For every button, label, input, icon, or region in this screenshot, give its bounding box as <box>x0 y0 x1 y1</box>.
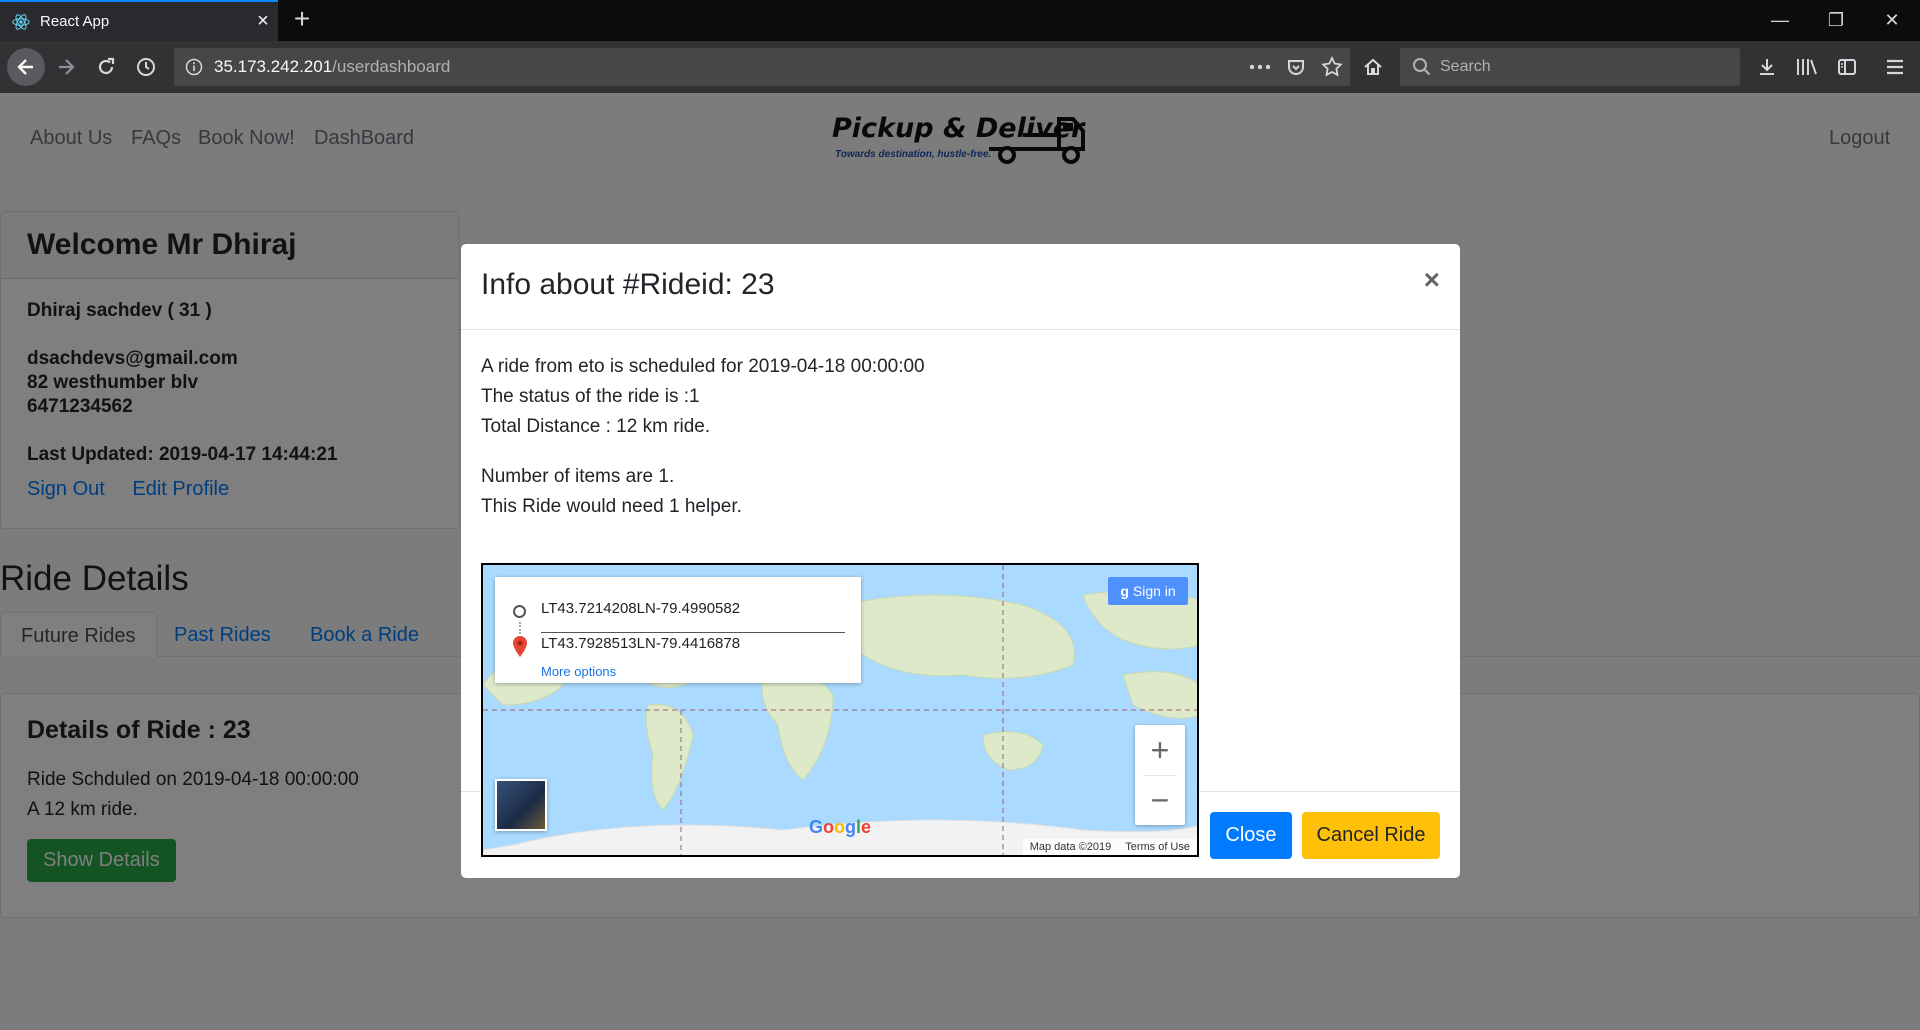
site-info-icon[interactable] <box>184 57 204 77</box>
url-bar[interactable]: 35.173.242.201/userdashboard <box>174 48 1350 86</box>
tab-close-icon[interactable]: × <box>248 10 278 33</box>
google-logo-letter: G <box>809 817 824 837</box>
map-data-label: Map data ©2019 <box>1029 841 1112 853</box>
zoom-out-button[interactable]: − <box>1135 775 1185 825</box>
search-icon <box>1412 57 1432 82</box>
page-content: About Us FAQs Book Now! DashBoard Logout… <box>0 93 1920 1030</box>
tab-title: React App <box>40 13 110 30</box>
modal-body: A ride from eto is scheduled for 2019-04… <box>461 330 1460 544</box>
search-placeholder: Search <box>1440 58 1491 75</box>
more-options-link[interactable]: More options <box>541 664 616 679</box>
map-attribution: Map data ©2019 Terms of Use <box>1022 839 1197 855</box>
menu-icon[interactable] <box>1878 50 1912 84</box>
cancel-ride-button[interactable]: Cancel Ride <box>1302 812 1440 859</box>
sidebar-icon[interactable] <box>1830 50 1864 84</box>
ride-status-text: The status of the ride is :1 <box>481 386 700 407</box>
history-icon[interactable] <box>129 50 163 84</box>
terms-of-use-link[interactable]: Terms of Use <box>1118 841 1197 853</box>
modal-header: Info about #Rideid: 23 × <box>461 244 1460 330</box>
page-actions-icon[interactable] <box>1242 48 1278 86</box>
home-icon[interactable] <box>1356 50 1390 84</box>
restore-icon[interactable]: ❐ <box>1808 0 1864 41</box>
url-text: 35.173.242.201/userdashboard <box>214 57 451 76</box>
destination-coordinates: LT43.7928513LN-79.4416878 <box>541 635 741 652</box>
google-logo: Google <box>809 817 871 838</box>
zoom-controls: + − <box>1135 725 1185 825</box>
library-icon[interactable] <box>1790 50 1824 84</box>
google-plus-icon: g <box>1120 583 1129 599</box>
ride-distance-text: Total Distance : 12 km ride. <box>481 416 711 437</box>
helper-count-text: This Ride would need 1 helper. <box>481 496 742 517</box>
browser-tab-bar: React App × + — ❐ ✕ <box>0 0 1920 41</box>
bookmark-star-icon[interactable] <box>1314 48 1350 86</box>
item-count-text: Number of items are 1. <box>481 466 675 487</box>
map-sign-in-button[interactable]: g Sign in <box>1108 577 1188 605</box>
pocket-icon[interactable] <box>1278 48 1314 86</box>
search-bar[interactable]: Search <box>1400 48 1740 86</box>
close-button[interactable]: Close <box>1210 812 1292 859</box>
origin-marker-icon <box>513 605 526 618</box>
satellite-toggle[interactable] <box>495 779 547 831</box>
minimize-icon[interactable]: — <box>1752 0 1808 41</box>
destination-pin-icon <box>513 636 527 657</box>
directions-panel: LT43.7214208LN-79.4990582 LT43.7928513LN… <box>495 577 861 683</box>
ride-schedule-text: A ride from eto is scheduled for 2019-04… <box>481 356 925 377</box>
browser-toolbar: 35.173.242.201/userdashboard Search <box>0 41 1920 93</box>
google-logo-letter: g <box>845 817 857 837</box>
window-close-icon[interactable]: ✕ <box>1864 0 1920 41</box>
react-icon <box>12 13 30 31</box>
ride-info-modal: Info about #Rideid: 23 × A ride from eto… <box>461 244 1460 878</box>
google-logo-letter: o <box>823 817 835 837</box>
route-map[interactable]: LT43.7214208LN-79.4990582 LT43.7928513LN… <box>481 563 1199 857</box>
close-icon[interactable]: × <box>1424 264 1440 296</box>
download-icon[interactable] <box>1750 50 1784 84</box>
modal-title: Info about #Rideid: 23 <box>481 268 775 301</box>
back-icon[interactable] <box>7 48 45 86</box>
new-tab-icon[interactable]: + <box>286 4 318 36</box>
forward-icon[interactable] <box>49 50 83 84</box>
reload-icon[interactable] <box>89 50 123 84</box>
browser-tab[interactable]: React App × <box>0 0 278 41</box>
zoom-in-button[interactable]: + <box>1135 725 1185 775</box>
google-logo-letter: o <box>834 817 846 837</box>
origin-coordinates: LT43.7214208LN-79.4990582 <box>541 600 741 617</box>
sign-in-label: Sign in <box>1132 583 1176 599</box>
google-logo-letter: e <box>861 817 872 837</box>
